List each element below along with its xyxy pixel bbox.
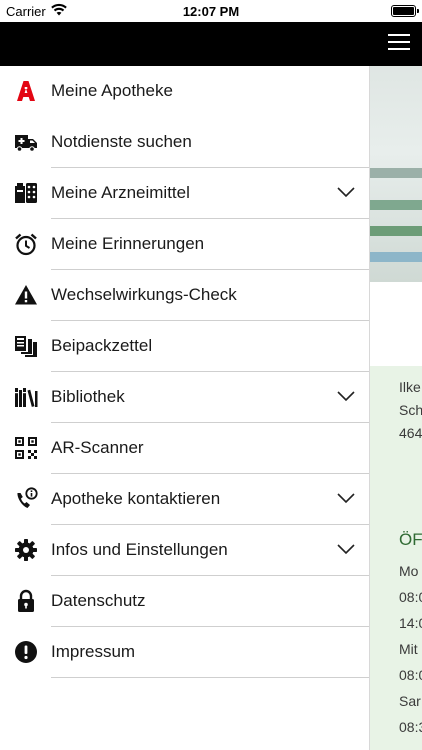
opening-hours-line: 08:3: [399, 719, 422, 735]
alarm-clock-icon: [15, 233, 37, 256]
menu-item-label: Apotheke kontaktieren: [51, 489, 221, 508]
menu-item-notdienste-suchen[interactable]: Notdienste suchen: [0, 117, 369, 168]
menu-item-label: AR-Scanner: [51, 438, 144, 457]
opening-hours-line: 08:0: [399, 589, 422, 605]
status-time: 12:07 PM: [182, 4, 240, 19]
address-line: Ilke: [399, 379, 421, 395]
library-icon: [15, 388, 38, 407]
opening-hours-line: Mo: [399, 563, 419, 579]
gear-icon: [15, 539, 37, 561]
status-bar: Carrier 12:07 PM: [0, 0, 422, 22]
opening-hours-title: ÖF: [399, 530, 422, 549]
menu-item-beipackzettel[interactable]: Beipackzettel: [0, 321, 369, 372]
menu-item-impressum[interactable]: Impressum: [0, 627, 369, 678]
lock-icon: [18, 589, 34, 612]
opening-hours-line: Sar: [399, 693, 421, 709]
menu-item-label: Notdienste suchen: [51, 132, 192, 151]
menu-item-meine-apotheke[interactable]: Meine Apotheke: [0, 66, 369, 117]
menu-item-wechselwirkungs-check[interactable]: Wechselwirkungs-Check: [0, 270, 369, 321]
pharmacy-icon: [17, 81, 35, 101]
menu-item-meine-erinnerungen[interactable]: Meine Erinnerungen: [0, 219, 369, 270]
menu-item-label: Wechselwirkungs-Check: [51, 285, 237, 304]
battery-icon: [391, 5, 419, 17]
menu-item-label: Beipackzettel: [51, 336, 153, 355]
nav-bar: [0, 22, 422, 66]
address-line: 464: [399, 425, 422, 441]
menu-item-meine-arzneimittel[interactable]: Meine Arzneimittel: [0, 168, 369, 219]
menu-item-label: Meine Arzneimittel: [51, 183, 190, 202]
menu-item-datenschutz[interactable]: Datenschutz: [0, 576, 369, 627]
chevron-down-icon: [337, 391, 355, 402]
opening-hours-line: 14:0: [399, 615, 422, 631]
divider: [51, 677, 369, 678]
menu-item-infos-und-einstellungen[interactable]: Infos und Einstellungen: [0, 525, 369, 576]
menu-item-apotheke-kontaktieren[interactable]: Apotheke kontaktieren: [0, 474, 369, 525]
side-menu: Meine Apotheke Notdienste suchen Meine A…: [0, 66, 370, 750]
background-content: Ilke Sch 464 ÖF Mo 08:0 14:0 Mit 08:0 Sa…: [370, 66, 422, 750]
address-line: Sch: [399, 402, 422, 418]
menu-item-bibliothek[interactable]: Bibliothek: [0, 372, 369, 423]
warning-icon: [15, 285, 37, 305]
qr-code-icon: [15, 437, 37, 459]
hamburger-menu-button[interactable]: [388, 34, 410, 54]
menu-item-label: Meine Erinnerungen: [51, 234, 205, 253]
leaflet-icon: [15, 336, 37, 357]
menu-item-label: Meine Apotheke: [51, 81, 173, 100]
hamburger-icon: [388, 34, 410, 36]
opening-hours-line: Mit: [399, 641, 418, 657]
phone-info-icon: [17, 487, 38, 508]
menu-item-ar-scanner[interactable]: AR-Scanner: [0, 423, 369, 474]
info-exclamation-icon: [15, 641, 37, 663]
ambulance-icon: [15, 135, 37, 152]
menu-item-label: Bibliothek: [51, 387, 125, 406]
pharmacy-photo: [370, 66, 422, 282]
menu-item-label: Datenschutz: [51, 591, 146, 610]
menu-item-label: Infos und Einstellungen: [51, 540, 228, 559]
opening-hours-line: 08:0: [399, 667, 422, 683]
chevron-down-icon: [337, 544, 355, 555]
menu-item-label: Impressum: [51, 642, 136, 661]
chevron-down-icon: [337, 187, 355, 198]
chevron-down-icon: [337, 493, 355, 504]
medication-icon: [15, 183, 37, 203]
